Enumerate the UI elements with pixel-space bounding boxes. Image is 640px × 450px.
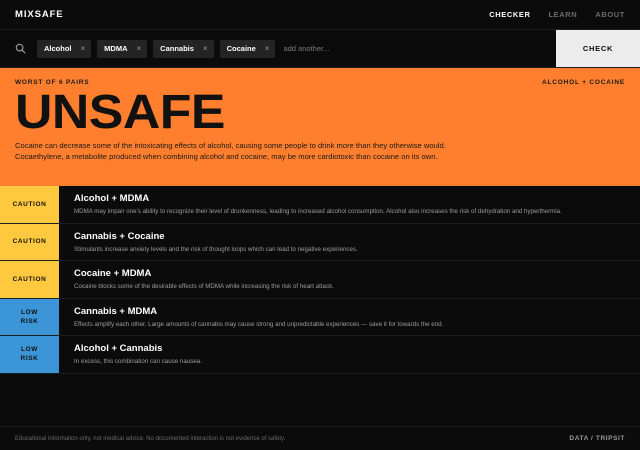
- interaction-row[interactable]: CAUTION Cocaine + MDMA Cocaine blocks so…: [0, 261, 640, 299]
- verdict-worst-pair: ALCOHOL + COCAINE: [542, 79, 625, 86]
- verdict-word: UNSAFE: [15, 86, 225, 139]
- interaction-description: MDMA may impair one's ability to recogni…: [74, 208, 562, 215]
- substance-search-bar: Alcohol × MDMA × Cannabis × Cocaine × CH…: [0, 30, 640, 68]
- verdict-description: Cocaine can decrease some of the intoxic…: [15, 141, 446, 161]
- interaction-description: Stimulants increase anxiety levels and t…: [74, 245, 358, 253]
- interaction-title: Alcohol + MDMA: [74, 193, 150, 204]
- interaction-title: Cannabis + MDMA: [74, 305, 158, 317]
- interaction-row[interactable]: LOW RISK Alcohol + Cannabis In excess, th…: [0, 336, 640, 374]
- app-logo[interactable]: MIXSAFE: [15, 9, 64, 20]
- nav-about[interactable]: ABOUT: [595, 10, 625, 19]
- interaction-body: Alcohol + Cannabis In excess, this combi…: [59, 336, 640, 373]
- disclaimer-text: Educational information only, not medica…: [15, 435, 286, 442]
- substance-chip-cannabis: Cannabis ×: [153, 39, 214, 58]
- interaction-row[interactable]: LOW RISK Cannabis + MDMA Effects amplify …: [0, 298, 640, 336]
- interaction-title: Cocaine + MDMA: [74, 268, 152, 279]
- add-substance-input[interactable]: [283, 44, 374, 53]
- interaction-body: Cocaine + MDMA Cocaine blocks some of th…: [59, 261, 640, 298]
- interaction-title: Alcohol + Cannabis: [74, 343, 163, 354]
- verdict-eyebrow: WORST OF 6 PAIRS: [15, 79, 90, 86]
- substance-chip-mdma: MDMA ×: [97, 39, 148, 58]
- substance-chip-cocaine: Cocaine ×: [219, 39, 276, 58]
- chip-label: Cocaine: [226, 44, 256, 53]
- top-bar: MIXSAFE CHECKER LEARN ABOUT: [0, 0, 640, 30]
- nav-learn[interactable]: LEARN: [548, 10, 577, 19]
- interaction-row[interactable]: CAUTION Alcohol + MDMA MDMA may impair o…: [0, 186, 640, 224]
- chip-label: Cannabis: [160, 44, 194, 53]
- remove-chip-icon[interactable]: ×: [203, 44, 208, 53]
- risk-badge: CAUTION: [0, 261, 59, 298]
- data-source-link[interactable]: DATA / TRIPSIT: [569, 435, 625, 442]
- interaction-row[interactable]: CAUTION Cannabis + Cocaine Stimulants in…: [0, 223, 640, 261]
- interaction-body: Cannabis + Cocaine Stimulants increase a…: [59, 224, 640, 261]
- risk-badge: CAUTION: [0, 186, 59, 223]
- chip-label: MDMA: [104, 44, 128, 53]
- search-field: Alcohol × MDMA × Cannabis × Cocaine ×: [0, 30, 556, 67]
- interaction-description: Effects amplify each other. Large amount…: [74, 320, 444, 328]
- interaction-body: Alcohol + MDMA MDMA may impair one's abi…: [59, 186, 640, 223]
- interaction-body: Cannabis + MDMA Effects amplify each oth…: [59, 299, 640, 336]
- interaction-list: CAUTION Alcohol + MDMA MDMA may impair o…: [0, 186, 640, 374]
- interaction-title: Cannabis + Cocaine: [74, 230, 165, 242]
- search-icon: [15, 43, 27, 55]
- remove-chip-icon[interactable]: ×: [265, 44, 270, 53]
- check-button[interactable]: CHECK: [556, 30, 640, 67]
- nav-checker[interactable]: CHECKER: [489, 10, 530, 19]
- chip-label: Alcohol: [44, 44, 72, 53]
- main-nav: CHECKER LEARN ABOUT: [489, 10, 625, 19]
- risk-badge: LOW RISK: [0, 336, 59, 373]
- interaction-description: Cocaine blocks some of the desirable eff…: [74, 283, 334, 290]
- interaction-description: In excess, this combination can cause na…: [74, 358, 202, 365]
- page-footer: Educational information only, not medica…: [0, 426, 640, 450]
- remove-chip-icon[interactable]: ×: [81, 44, 86, 53]
- remove-chip-icon[interactable]: ×: [137, 44, 142, 53]
- substance-chip-alcohol: Alcohol ×: [37, 39, 92, 58]
- risk-badge: LOW RISK: [0, 298, 59, 335]
- verdict-meta: WORST OF 6 PAIRS ALCOHOL + COCAINE: [15, 79, 625, 86]
- risk-badge: CAUTION: [0, 223, 59, 260]
- verdict-banner: WORST OF 6 PAIRS ALCOHOL + COCAINE UNSAF…: [0, 68, 640, 186]
